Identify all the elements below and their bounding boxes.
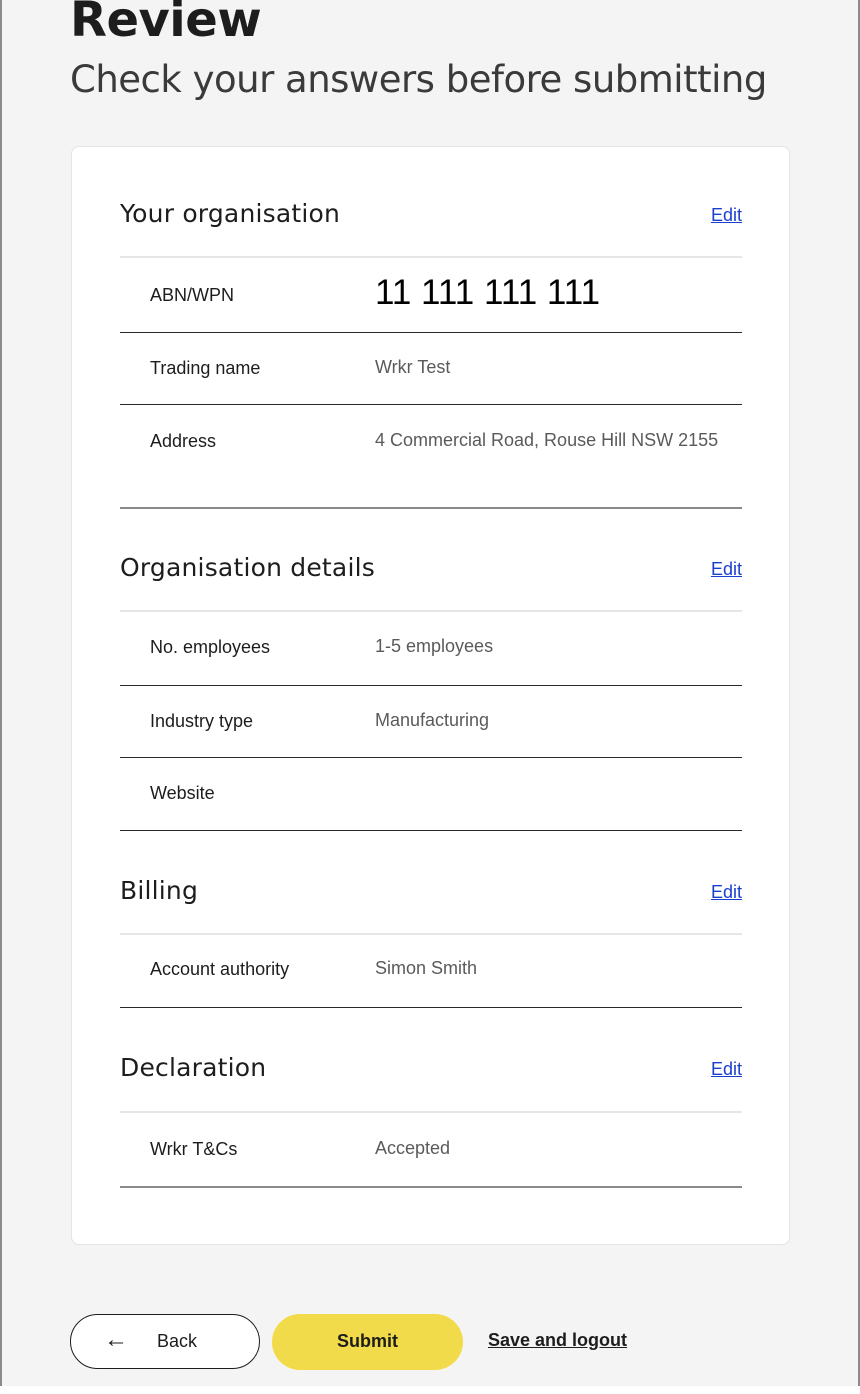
edit-your-organisation-link[interactable]: Edit — [711, 205, 742, 226]
section-your-organisation: Your organisation Edit ABN/WPN 11 111 11… — [120, 147, 742, 509]
row-value: 4 Commercial Road, Rouse Hill NSW 2155 — [375, 430, 719, 450]
review-card: Your organisation Edit ABN/WPN 11 111 11… — [71, 146, 790, 1245]
edit-billing-link[interactable]: Edit — [711, 882, 742, 903]
section-header: Declaration Edit — [120, 1001, 742, 1113]
submit-button-label: Submit — [337, 1331, 398, 1351]
section-declaration: Declaration Edit Wrkr T&Cs Accepted — [120, 1001, 742, 1188]
summary-row-abn: ABN/WPN 11 111 111 111 — [120, 258, 742, 333]
back-button-label: Back — [157, 1331, 198, 1351]
row-label: Industry type — [150, 711, 254, 731]
page-subtitle: Check your answers before submitting — [70, 58, 767, 101]
row-value: Accepted — [375, 1138, 451, 1158]
section-billing: Billing Edit Account authority Simon Smi… — [120, 824, 742, 1008]
row-label: No. employees — [150, 637, 271, 657]
row-value: Wrkr Test — [375, 357, 451, 377]
row-value: Simon Smith — [375, 958, 478, 978]
section-title: Declaration — [120, 1053, 267, 1082]
back-button[interactable]: ← Back — [70, 1314, 260, 1369]
summary-row-address: Address 4 Commercial Road, Rouse Hill NS… — [120, 405, 742, 509]
summary-row-employees: No. employees 1-5 employees — [120, 612, 742, 686]
bottom-edge — [0, 1386, 860, 1394]
edit-declaration-link[interactable]: Edit — [711, 1059, 742, 1080]
row-label: Trading name — [150, 358, 261, 378]
page-title: Review — [70, 0, 262, 48]
row-value: 1-5 employees — [375, 636, 494, 656]
section-header: Billing Edit — [120, 824, 742, 935]
section-title: Your organisation — [120, 199, 341, 228]
summary-row-account-authority: Account authority Simon Smith — [120, 935, 742, 1008]
row-value: 11 111 111 111 — [375, 273, 601, 312]
window-border-left — [0, 0, 2, 1394]
edit-organisation-details-link[interactable]: Edit — [711, 559, 742, 580]
submit-button[interactable]: Submit — [272, 1314, 463, 1370]
section-title: Organisation details — [120, 553, 375, 582]
summary-row-terms: Wrkr T&Cs Accepted — [120, 1113, 742, 1188]
section-title: Billing — [120, 876, 199, 905]
section-organisation-details: Organisation details Edit No. employees … — [120, 501, 742, 831]
section-header: Your organisation Edit — [120, 147, 742, 258]
summary-row-trading-name: Trading name Wrkr Test — [120, 333, 742, 405]
section-header: Organisation details Edit — [120, 501, 742, 612]
row-label: Wrkr T&Cs — [150, 1139, 238, 1159]
summary-row-industry: Industry type Manufacturing — [120, 686, 742, 758]
row-label: ABN/WPN — [150, 285, 235, 305]
arrow-left-icon: ← — [104, 1326, 128, 1353]
row-label: Website — [150, 783, 215, 803]
row-value: Manufacturing — [375, 710, 490, 730]
row-label: Account authority — [150, 959, 290, 979]
row-label: Address — [150, 431, 217, 451]
summary-row-website: Website — [120, 758, 742, 831]
save-and-logout-link[interactable]: Save and logout — [488, 1330, 627, 1351]
